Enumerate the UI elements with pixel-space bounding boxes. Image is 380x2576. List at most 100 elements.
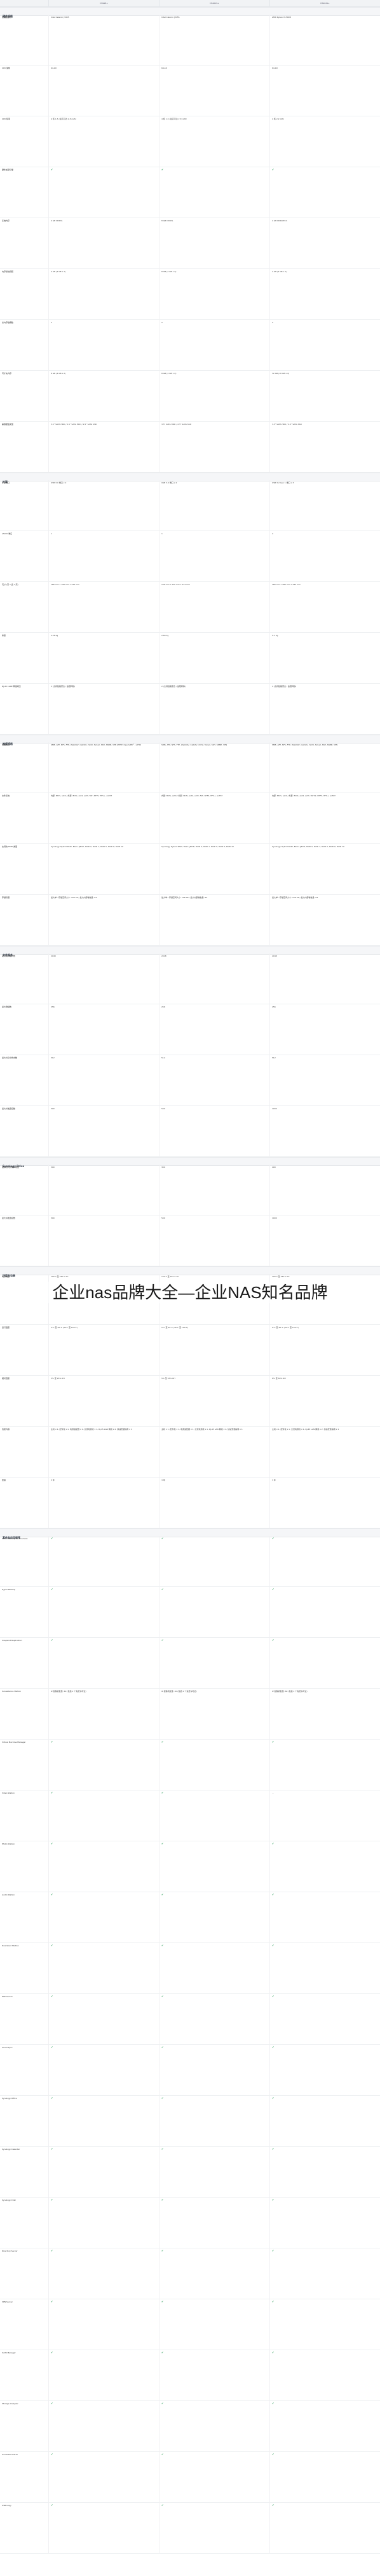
- spec-value: 4 核 1.5 (最高可达 2.3) GHz: [48, 116, 159, 167]
- spec-value: 内部: Btrfs, ext4 / 外部: Btrfs, ext4, ext3,…: [159, 793, 269, 843]
- spec-value: ✔: [48, 2299, 159, 2350]
- spec-value: 2: [48, 320, 159, 370]
- spec-row: Snapshot Replication ✔ ✔ ✔: [0, 1638, 380, 1689]
- spec-row: Mail Server ✔ ✔ ✔: [0, 1994, 380, 2045]
- spec-value: SMB, AFP, NFS, FTP, WebDAV, CalDAV, iSCS…: [269, 742, 380, 793]
- spec-label: 最大并发连接数: [2, 1107, 16, 1110]
- section-rows: 电源电压 100 V 至 240 V AC 100 V 至 240 V AC 100 …: [0, 1274, 380, 1528]
- spec-value: ✔: [48, 2503, 159, 2553]
- spec-label: CPU 频率: [2, 118, 11, 120]
- spec-value: 64-bit: [269, 66, 380, 116]
- spec-value: ✔: [159, 2147, 269, 2197]
- spec-label: 质保: [2, 1479, 6, 1481]
- spec-label: eSATA 端口: [2, 532, 13, 535]
- spec-value: 内部: Btrfs, ext4 / 外部: Btrfs, ext4, ext3,…: [48, 793, 159, 843]
- spec-value: ✔: [269, 1587, 380, 1637]
- spec-value: 5% 至 95% RH: [159, 1376, 269, 1426]
- spec-value: IP 摄像机数量: 40 (包括 2 个免费许可证): [159, 1689, 269, 1739]
- spec-label: 支持的 RAID 类型: [2, 845, 18, 848]
- spec-value: ✔: [159, 2350, 269, 2400]
- headline-banner: 企业nas品牌大全—企业NAS知名品牌: [0, 1282, 380, 1303]
- spec-value: 5% 至 95% RH: [48, 1376, 159, 1426]
- column-header-model-2[interactable]: DS1019+: [159, 0, 269, 6]
- spec-value: USB 3.2 Gen 1 端口 x 3: [269, 480, 380, 530]
- column-header-model-3[interactable]: DS1621+: [269, 0, 380, 6]
- spec-value: ✔: [159, 2198, 269, 2248]
- spec-value: 5°C 至 40°C (40°F 至 104°F): [48, 1325, 159, 1375]
- spec-value: 3.5" SATA HDD / 2.5" SATA HDD / 2.5" SAT…: [48, 422, 159, 472]
- spec-value: USB 3.0 端口 x 2: [159, 480, 269, 530]
- section-rows: 最大用户帐户数 2048 2048 2048 最大群组数 256 256 256 最大共享文件夹…: [0, 953, 380, 1157]
- spec-value: ✔: [48, 1943, 159, 1993]
- spec-value: ✔: [269, 2401, 380, 2451]
- spec-row: 外部端口 USB 3.0 端口 x 2 USB 3.0 端口 x 2 USB 3.2 …: [0, 480, 380, 531]
- spec-value: ✔: [269, 2147, 380, 2197]
- spec-value: Synology Hybrid RAID, Basic, JBOD, RAID …: [48, 844, 159, 894]
- spec-value: 8 GB (4 GB x 2): [159, 269, 269, 319]
- spec-label: Download Station: [2, 1944, 19, 1947]
- spec-row: Surveillance Station IP 摄像机数量: 40 (包括 2 个…: [0, 1689, 380, 1740]
- spec-value: 8 GB DDR3L: [159, 218, 269, 268]
- spec-row: 存储管理 最大单一存储空间大小: 108 TB / 最大内部卷数量: 64 最大单一…: [0, 895, 380, 946]
- spec-value: 8 GB (4 GB x 2): [48, 371, 159, 421]
- spec-value: 166 mm x 230 mm x 223 mm: [159, 582, 269, 632]
- spec-label: 相对湿度: [2, 1377, 10, 1380]
- spec-value: ✔: [48, 167, 159, 218]
- spec-value: 4 核 2.2 GHz: [269, 116, 380, 167]
- spec-label: 运行温度: [2, 1326, 10, 1329]
- spec-value: 3 年: [269, 1478, 380, 1528]
- spec-value: ✔: [269, 1841, 380, 1892]
- spec-value: ✔: [48, 1740, 159, 1790]
- spec-value: AMD Ryzen V1500B: [269, 15, 380, 65]
- spec-value: 300: [48, 1165, 159, 1215]
- spec-value: 32 GB (16 GB x 2): [269, 371, 380, 421]
- spec-label: Hyper Backup: [2, 1588, 15, 1591]
- spec-value: 2.64 kg: [159, 633, 269, 683]
- spec-value: ✔: [269, 2299, 380, 2350]
- spec-value: 300: [159, 1165, 269, 1215]
- spec-value: ✔: [48, 1892, 159, 1942]
- spec-row: Directory Server ✔ ✔ ✔: [0, 2248, 380, 2299]
- spec-value: 2.28 kg: [48, 633, 159, 683]
- spec-value: ✔: [269, 1943, 380, 1993]
- spec-value: 2048: [159, 953, 269, 1004]
- spec-value: 4 GB DDR4 ECC: [269, 218, 380, 268]
- spec-value: ✔: [48, 2401, 159, 2451]
- spec-row: 推荐的同步客户端数 300 300 400: [0, 1165, 380, 1215]
- spec-row: 最大群组数 256 256 256: [0, 1004, 380, 1055]
- spec-value: 2: [269, 320, 380, 370]
- spec-value: 500: [159, 1215, 269, 1266]
- spec-value: 5°C 至 40°C (40°F 至 104°F): [159, 1325, 269, 1375]
- spec-value: ✔: [48, 2248, 159, 2299]
- spec-value: 主机 x 1, 配件包 x 1, 电源适配器 x 1, 交流电源线 x 1, R…: [159, 1427, 269, 1477]
- column-header-model-1[interactable]: DS918+: [48, 0, 159, 6]
- spec-value: 主机 x 1, 配件包 x 1, 交流电源线 x 1, RJ-45 LAN 网线…: [269, 1427, 380, 1477]
- spec-label: Universal Search: [2, 2453, 18, 2456]
- spec-label: CPU 架构: [2, 67, 11, 69]
- spec-value: SMB, AFP, NFS, FTP, WebDAV, CalDAV, iSCS…: [48, 742, 159, 793]
- spec-value: ✔: [159, 1841, 269, 1892]
- spec-value: ✔: [159, 1943, 269, 1993]
- spec-value: ✔: [159, 2248, 269, 2299]
- spec-value: —: [269, 1790, 380, 1841]
- spec-value: ✔: [269, 1994, 380, 2044]
- spec-label: 最大群组数: [2, 1006, 12, 1008]
- spec-value: ✔: [48, 2350, 159, 2400]
- spec-value: 512: [269, 1055, 380, 1105]
- spec-value: ✔: [48, 2452, 159, 2502]
- spec-label: Storage Analyzer: [2, 2402, 18, 2405]
- spec-row: Active Backup for Business ✔ ✔ ✔: [0, 1536, 380, 1587]
- spec-value: Intel Celeron J3455: [159, 15, 269, 65]
- spec-row: iSCSI Manager ✔ ✔ ✔: [0, 2350, 380, 2401]
- spec-label: Video Station: [2, 1792, 15, 1794]
- spec-value: ✔: [48, 2147, 159, 2197]
- spec-value: 166 mm x 199 mm x 223 mm: [48, 582, 159, 632]
- spec-value: SMB, AFP, NFS, FTP, WebDAV, CalDAV, iSCS…: [159, 742, 269, 793]
- spec-row: 尺寸 (高 x 宽 x 深) 166 mm x 199 mm x 223 mm 16…: [0, 582, 380, 633]
- spec-label: Directory Server: [2, 2250, 18, 2252]
- spec-value: ✔: [159, 2096, 269, 2146]
- spec-label: 兼容硬盘类型: [2, 423, 14, 426]
- spec-row: 最大共享文件夹数 512 512 512: [0, 1055, 380, 1106]
- spec-row: Video Station ✔ ✔ —: [0, 1790, 380, 1841]
- spec-label: Photo Station: [2, 1843, 15, 1845]
